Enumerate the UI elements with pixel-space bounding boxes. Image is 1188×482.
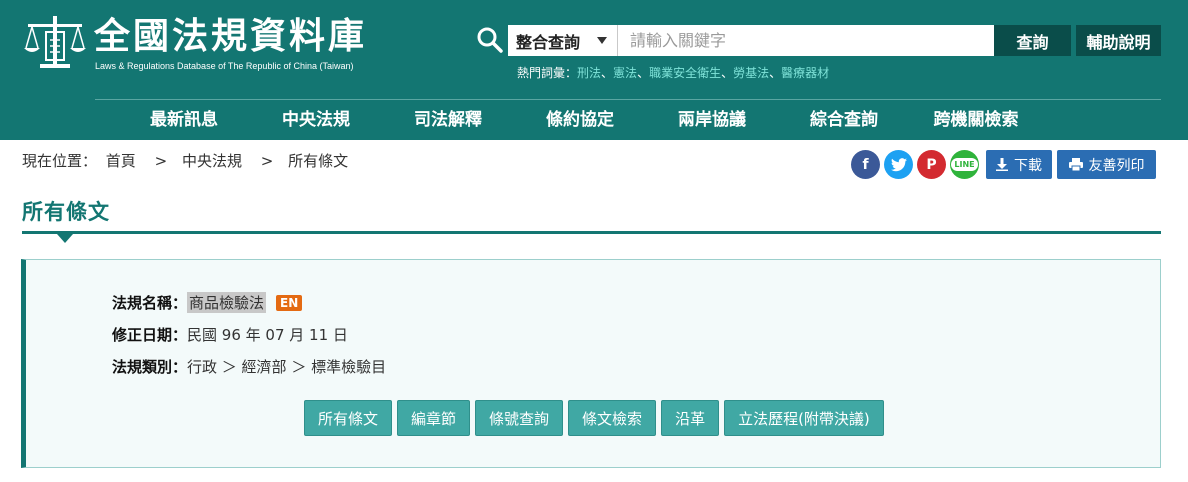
tab-all-articles[interactable]: 所有條文 [304, 400, 393, 436]
search-input[interactable] [618, 25, 994, 56]
search-icon [477, 27, 503, 53]
breadcrumb-prefix: 現在位置： [22, 152, 98, 170]
site-logo[interactable]: 全國法規資料庫 Laws & Regulations Database of T… [22, 14, 382, 76]
nav-item-central-laws[interactable]: 中央法規 [250, 100, 382, 140]
tab-history[interactable]: 沿革 [661, 400, 720, 436]
amend-date: 民國 96 年 07 月 11 日 [187, 326, 348, 344]
law-category-label: 法規類別： [112, 358, 188, 376]
law-view-tabs: 所有條文 編章節 條號查詢 條文檢索 沿革 立法歷程(附帶決議) [304, 400, 884, 436]
help-button[interactable]: 輔助說明 [1076, 25, 1161, 56]
hot-keywords: 熱門詞彙：刑法、憲法、職業安全衛生、勞基法、醫療器材 [517, 66, 830, 80]
law-info-panel: 法規名稱： 商品檢驗法 EN 修正日期： 民國 96 年 07 月 11 日 法… [21, 259, 1161, 468]
breadcrumb-item-central-laws[interactable]: 中央法規 [182, 152, 242, 170]
title-notch [57, 234, 73, 243]
site-title: 全國法規資料庫 [94, 16, 368, 57]
search-scope-select[interactable]: 整合查詢 [508, 25, 618, 56]
download-icon [996, 158, 1008, 171]
nav-item-cross-strait[interactable]: 兩岸協議 [646, 100, 778, 140]
law-name-row: 法規名稱： 商品檢驗法 EN [112, 292, 303, 313]
hot-keyword-link[interactable]: 職業安全衛生 [649, 66, 721, 80]
law-name: 商品檢驗法 [187, 292, 267, 313]
site-subtitle: Laws & Regulations Database of The Repub… [95, 61, 354, 71]
chevron-down-icon [597, 37, 607, 44]
pinterest-icon: P [926, 156, 937, 173]
nav-item-news[interactable]: 最新訊息 [118, 100, 250, 140]
print-label: 友善列印 [1088, 157, 1145, 174]
tab-article-number-search[interactable]: 條號查詢 [475, 400, 564, 436]
facebook-icon: f [862, 156, 869, 173]
english-version-badge[interactable]: EN [276, 294, 303, 311]
main-nav: 最新訊息 中央法規 司法解釋 條約協定 兩岸協議 綜合查詢 跨機關檢索 [118, 100, 1042, 140]
search-scope-value: 整合查詢 [516, 32, 581, 52]
site-header: 全國法規資料庫 Laws & Regulations Database of T… [0, 0, 1188, 140]
line-icon: LINE [951, 158, 978, 171]
nav-item-integrated-search[interactable]: 綜合查詢 [778, 100, 910, 140]
tab-legislative-history[interactable]: 立法歷程(附帶決議) [724, 400, 884, 436]
nav-item-judicial-interpretations[interactable]: 司法解釋 [382, 100, 514, 140]
law-category-row: 法規類別： 行政 ＞ 經濟部 ＞ 標準檢驗目 [112, 356, 386, 377]
hot-keyword-link[interactable]: 醫療器材 [781, 66, 829, 80]
hot-keyword-link[interactable]: 憲法 [613, 66, 637, 80]
nav-item-cross-agency[interactable]: 跨機關檢索 [910, 100, 1042, 140]
tab-article-text-search[interactable]: 條文檢索 [568, 400, 657, 436]
search-button[interactable]: 查詢 [994, 25, 1071, 56]
breadcrumb-separator: > [154, 152, 168, 170]
title-divider [22, 231, 1161, 234]
facebook-share-button[interactable]: f [851, 150, 880, 179]
breadcrumb-separator: > [260, 152, 274, 170]
hot-keyword-link[interactable]: 勞基法 [733, 66, 769, 80]
page-title: 所有條文 [22, 200, 110, 224]
breadcrumb-item-current: 所有條文 [288, 152, 349, 170]
twitter-icon [890, 157, 907, 171]
print-button[interactable]: 友善列印 [1057, 150, 1156, 179]
tab-chapters[interactable]: 編章節 [397, 400, 471, 436]
line-share-button[interactable]: LINE [950, 150, 979, 179]
printer-icon [1068, 158, 1083, 171]
law-category: 行政 ＞ 經濟部 ＞ 標準檢驗目 [187, 358, 387, 376]
amend-date-label: 修正日期： [112, 326, 188, 344]
law-name-label: 法規名稱： [112, 294, 188, 312]
download-button[interactable]: 下載 [986, 150, 1052, 179]
pinterest-share-button[interactable]: P [917, 150, 946, 179]
twitter-share-button[interactable] [884, 150, 913, 179]
amend-date-row: 修正日期： 民國 96 年 07 月 11 日 [112, 324, 348, 345]
hot-keyword-link[interactable]: 刑法 [577, 66, 601, 80]
breadcrumb-item-home[interactable]: 首頁 [106, 152, 136, 170]
breadcrumb: 現在位置： 首頁 > 中央法規 > 所有條文 [22, 150, 352, 171]
scales-of-justice-icon [24, 16, 86, 68]
hot-keywords-label: 熱門詞彙： [517, 66, 578, 80]
nav-item-treaties[interactable]: 條約協定 [514, 100, 646, 140]
download-label: 下載 [1014, 157, 1042, 174]
